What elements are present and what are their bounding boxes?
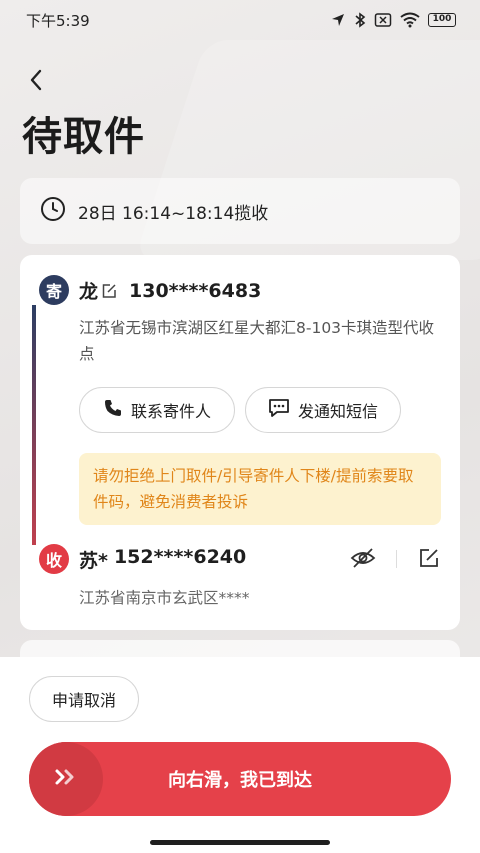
page-title: 待取件 xyxy=(22,114,145,160)
sender-name: 龙 xyxy=(79,281,99,303)
home-indicator xyxy=(150,840,330,845)
edit-name-icon[interactable] xyxy=(101,283,117,299)
back-button[interactable] xyxy=(22,66,50,94)
timeline-line xyxy=(32,305,36,545)
sender-address: 江苏省无锡市滨湖区红星大都汇8-103卡琪造型代收点 xyxy=(79,319,435,363)
status-icons: 100 xyxy=(330,12,456,28)
receiver-address: 江苏省南京市玄武区**** xyxy=(79,589,250,607)
contact-sender-label: 联系寄件人 xyxy=(130,402,211,421)
pickup-notice: 请勿拒绝上门取件/引导寄件人下楼/提前索要取件码，避免消费者投诉 xyxy=(79,453,441,525)
contact-sender-button[interactable]: 联系寄件人 xyxy=(79,387,235,433)
no-sim-icon xyxy=(374,12,392,28)
message-icon xyxy=(268,398,290,422)
send-sms-label: 发通知短信 xyxy=(297,402,378,421)
bluetooth-icon xyxy=(354,12,366,28)
location-icon xyxy=(330,12,346,28)
receiver-name: 苏* xyxy=(79,550,108,572)
eye-off-icon[interactable] xyxy=(350,547,376,573)
slide-label: 向右滑，我已到达 xyxy=(168,770,312,791)
receiver-phone: 152****6240 xyxy=(113,546,247,568)
phone-icon xyxy=(103,398,123,422)
sender-phone: 130****6483 xyxy=(129,279,262,302)
edit-icon[interactable] xyxy=(418,547,440,573)
order-card xyxy=(20,255,460,630)
double-chevron-right-icon xyxy=(54,768,78,791)
slide-to-arrive[interactable]: 向右滑，我已到达 xyxy=(29,742,451,816)
receiver-info: 苏* 152****6240 xyxy=(79,546,246,573)
clock-icon xyxy=(40,196,66,227)
wifi-icon xyxy=(400,12,420,28)
apply-cancel-button[interactable]: 申请取消 xyxy=(29,676,139,722)
sender-info: 龙 130****6483 xyxy=(79,277,261,304)
status-time: 下午5:39 xyxy=(26,11,90,30)
pickup-time-card: 28日 16:14~18:14揽收 xyxy=(20,178,460,244)
pickup-time-text: 28日 16:14~18:14揽收 xyxy=(78,203,269,224)
sender-tag: 寄 xyxy=(39,275,69,305)
battery-icon: 100 xyxy=(428,13,456,27)
icon-divider xyxy=(396,550,397,568)
status-bar: 下午5:39 100 xyxy=(0,0,480,40)
receiver-tag: 收 xyxy=(39,544,69,574)
slide-handle[interactable] xyxy=(29,742,103,816)
send-sms-button[interactable]: 发通知短信 xyxy=(245,387,401,433)
